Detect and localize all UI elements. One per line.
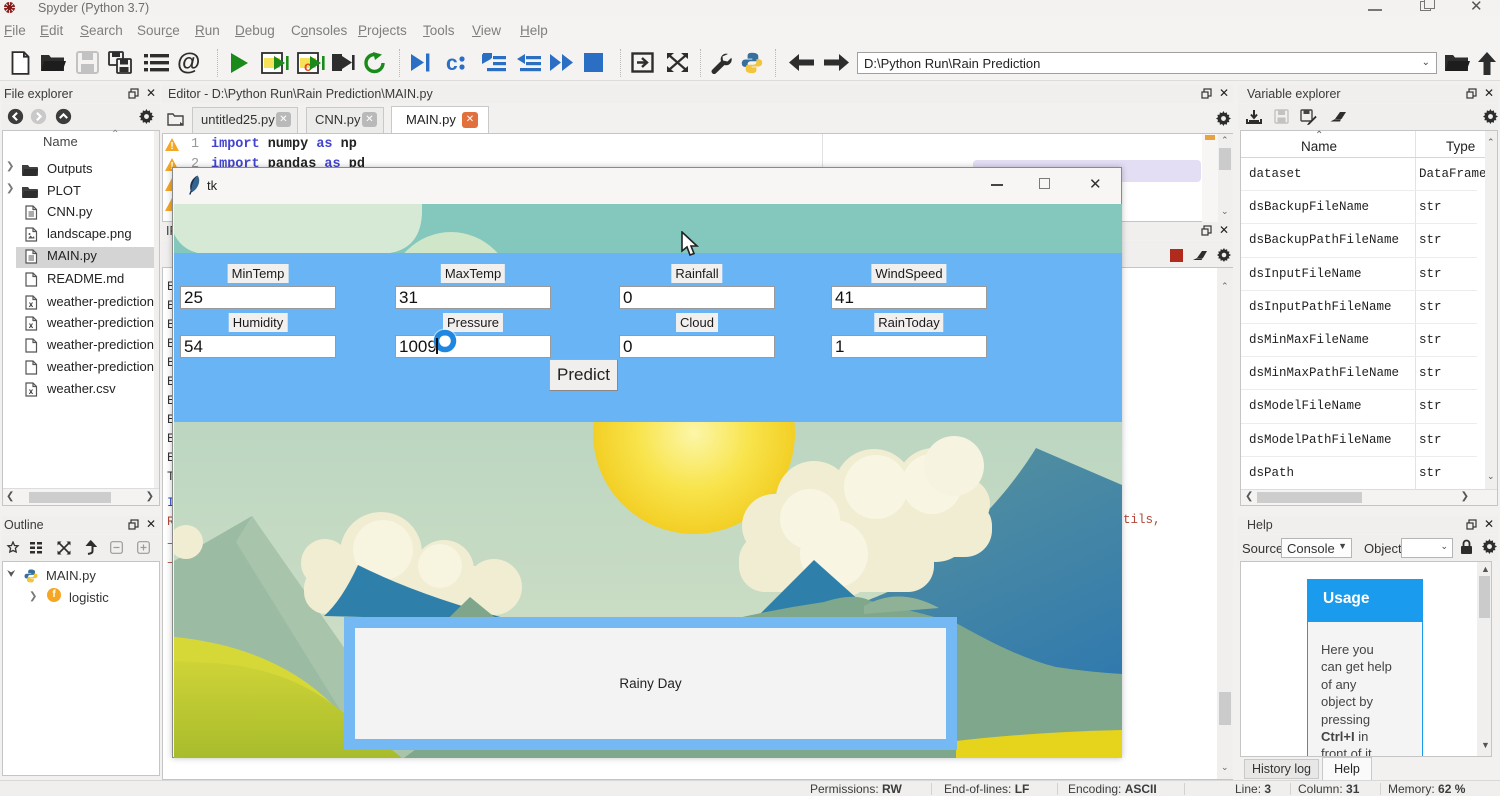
- svg-text:x: x: [29, 321, 34, 330]
- svg-text:x: x: [29, 300, 34, 309]
- svg-text:c: c: [446, 52, 458, 73]
- svg-text:x: x: [29, 387, 34, 396]
- svg-text:!: !: [170, 141, 173, 151]
